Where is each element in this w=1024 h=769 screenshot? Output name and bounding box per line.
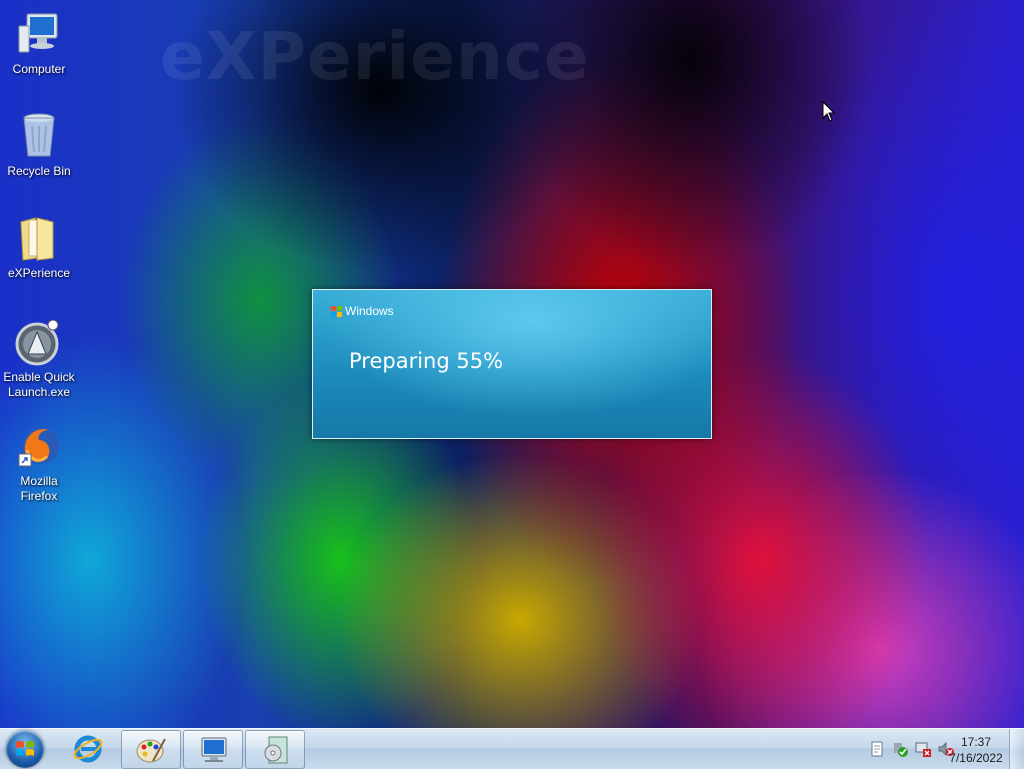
taskbar-button-computer[interactable] [183, 730, 243, 769]
computer-icon [15, 10, 63, 58]
desktop-icon-enable-quick-launch[interactable]: Enable Quick Launch.exe [2, 318, 76, 400]
desktop-icon-experience-folder[interactable]: eXPerience [2, 214, 76, 281]
security-check-tray-icon[interactable] [892, 741, 908, 757]
taskbar: 17:37 7/16/2022 [0, 728, 1024, 769]
clock-time: 17:37 [960, 735, 992, 749]
windows-brand: Windows [331, 304, 394, 318]
wallpaper-watermark: eXPerience [160, 18, 590, 95]
computer-window-icon [201, 737, 227, 762]
desktop: eXPerience Computer Recycle Bin eXPerien… [0, 0, 1024, 728]
setup-progress-dialog: Windows Preparing 55% [312, 289, 712, 439]
folder-icon [15, 214, 63, 262]
taskbar-button-paint[interactable] [121, 730, 181, 769]
mouse-pointer-icon [822, 101, 836, 122]
progress-status-text: Preparing 55% [349, 349, 504, 373]
desktop-icon-recycle-bin[interactable]: Recycle Bin [2, 112, 76, 179]
taskbar-clock[interactable]: 17:37 7/16/2022 [936, 734, 1016, 766]
launcher-app-icon [15, 318, 63, 366]
notes-tray-icon[interactable] [869, 741, 885, 757]
network-error-tray-icon[interactable] [915, 741, 931, 757]
brand-label: Windows [345, 304, 394, 318]
firefox-icon [15, 422, 63, 470]
start-button[interactable] [6, 730, 44, 768]
desktop-icon-mozilla-firefox[interactable]: Mozilla Firefox [2, 422, 76, 504]
taskbar-button-media[interactable] [245, 730, 305, 769]
media-disc-icon [264, 736, 288, 764]
clock-date: 7/16/2022 [949, 751, 1003, 765]
taskbar-pinned-internet-explorer[interactable] [72, 733, 104, 769]
recycle-bin-icon [15, 112, 63, 160]
windows-flag-icon [331, 305, 342, 317]
paint-palette-icon [136, 738, 166, 763]
internet-explorer-icon [73, 735, 103, 763]
desktop-icon-computer[interactable]: Computer [2, 10, 76, 77]
show-desktop-button[interactable] [1009, 729, 1024, 769]
windows-orb-icon [16, 741, 34, 756]
